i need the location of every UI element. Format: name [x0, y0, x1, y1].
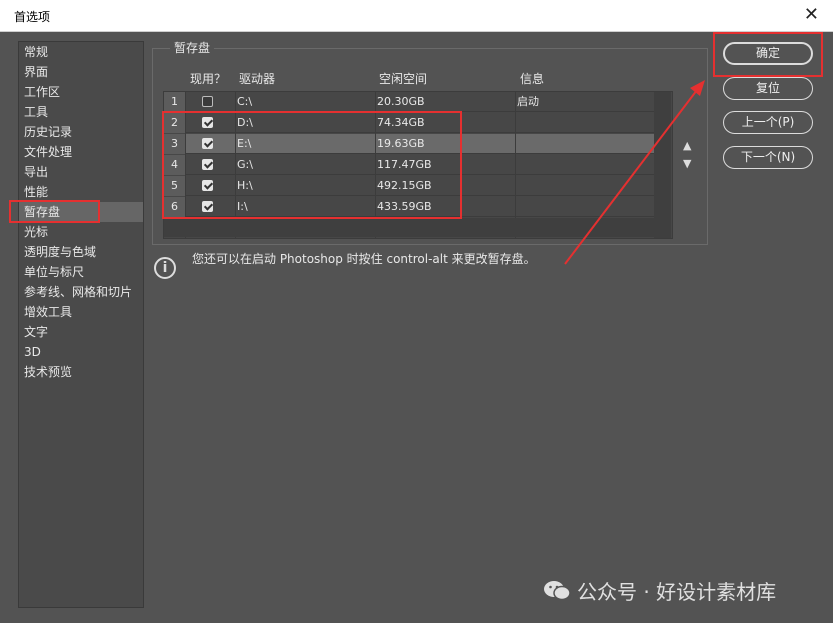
- next-button[interactable]: 下一个(N): [723, 146, 813, 169]
- sidebar-item[interactable]: 技术预览: [19, 362, 143, 382]
- drive-cell: D:\: [237, 116, 253, 129]
- info-cell: [515, 176, 656, 196]
- free-space-cell: 117.47GB: [377, 158, 432, 171]
- free-space-cell: 433.59GB: [377, 200, 432, 213]
- sidebar-item[interactable]: 单位与标尺: [19, 262, 143, 282]
- column-header-info: 信息: [520, 72, 545, 86]
- preferences-sidebar: 常规 界面 工作区 工具 历史记录 文件处理 导出 性能 暂存盘 光标 透明度与色域 单位与标尺 参考线…: [18, 41, 144, 608]
- active-cell: [185, 134, 235, 154]
- row-number: 2: [164, 113, 185, 133]
- active-checkbox[interactable]: [202, 180, 213, 191]
- sidebar-item[interactable]: 文字: [19, 322, 143, 342]
- watermark-text: 公众号 · 好设计素材库: [577, 580, 777, 604]
- sidebar-item[interactable]: 导出: [19, 162, 143, 182]
- table-row[interactable]: 1 C:\ 20.30GB 启动: [164, 92, 654, 112]
- row-number: 6: [164, 197, 185, 217]
- move-down-icon[interactable]: ▼: [683, 157, 691, 170]
- dialog-titlebar: 首选项 ✕: [0, 0, 833, 32]
- sidebar-item[interactable]: 历史记录: [19, 122, 143, 142]
- info-cell: [515, 113, 656, 133]
- ok-button[interactable]: 确定: [723, 42, 813, 65]
- row-number: 5: [164, 176, 185, 196]
- sidebar-item[interactable]: 工具: [19, 102, 143, 122]
- active-cell: [185, 197, 235, 217]
- info-cell: [515, 155, 656, 175]
- info-cell: [515, 134, 656, 154]
- active-checkbox[interactable]: [202, 138, 213, 149]
- table-row[interactable]: 2 D:\ 74.34GB: [164, 113, 654, 133]
- active-cell: [185, 155, 235, 175]
- column-header-drive: 驱动器: [239, 72, 276, 86]
- row-number: 4: [164, 155, 185, 175]
- table-row[interactable]: 5 H:\ 492.15GB: [164, 176, 654, 196]
- free-space-cell: 19.63GB: [377, 137, 425, 150]
- free-space-cell: 492.15GB: [377, 179, 432, 192]
- row-number: 1: [164, 92, 185, 112]
- close-icon[interactable]: ✕: [804, 4, 819, 25]
- active-checkbox[interactable]: [202, 96, 213, 107]
- horizontal-scrollbar[interactable]: [164, 218, 654, 237]
- sidebar-item[interactable]: 光标: [19, 222, 143, 242]
- sidebar-item[interactable]: 工作区: [19, 82, 143, 102]
- info-icon: i: [154, 257, 176, 279]
- sidebar-item[interactable]: 3D: [19, 342, 143, 362]
- active-checkbox[interactable]: [202, 117, 213, 128]
- sidebar-item[interactable]: 增效工具: [19, 302, 143, 322]
- info-text: 您还可以在启动 Photoshop 时按住 control-alt 来更改暂存盘…: [192, 252, 536, 266]
- active-cell: [185, 92, 235, 112]
- wechat-icon: [544, 581, 571, 600]
- drive-cell: E:\: [237, 137, 252, 150]
- sidebar-item[interactable]: 界面: [19, 62, 143, 82]
- row-number: 3: [164, 134, 185, 154]
- free-space-cell: 74.34GB: [377, 116, 425, 129]
- active-checkbox[interactable]: [202, 201, 213, 212]
- drive-cell: C:\: [237, 95, 253, 108]
- reset-button[interactable]: 复位: [723, 77, 813, 100]
- column-header-active: 现用？: [190, 72, 227, 86]
- table-row[interactable]: 4 G:\ 117.47GB: [164, 155, 654, 175]
- previous-button[interactable]: 上一个(P): [723, 111, 813, 134]
- sidebar-item[interactable]: 文件处理: [19, 142, 143, 162]
- dialog-title: 首选项: [14, 10, 51, 24]
- move-up-icon[interactable]: ▲: [683, 139, 691, 152]
- sidebar-item[interactable]: 透明度与色域: [19, 242, 143, 262]
- column-header-free-space: 空闲空间: [379, 72, 428, 86]
- sidebar-item[interactable]: 性能: [19, 182, 143, 202]
- active-cell: [185, 176, 235, 196]
- sidebar-item[interactable]: 暂存盘: [19, 202, 143, 222]
- scratch-disk-table: 6 I:\ 433.59GB 5 H:\ 492.15GB 4 G:\ 117.47GB 3 E:\…: [163, 91, 673, 239]
- drive-cell: H:\: [237, 179, 253, 192]
- scratch-disks-group-title: 暂存盘: [170, 39, 215, 56]
- active-checkbox[interactable]: [202, 159, 213, 170]
- drive-cell: I:\: [237, 200, 248, 213]
- vertical-scrollbar[interactable]: [654, 92, 671, 238]
- info-cell: [515, 197, 656, 217]
- sidebar-item[interactable]: 参考线、网格和切片: [19, 282, 143, 302]
- active-cell: [185, 113, 235, 133]
- free-space-cell: 20.30GB: [377, 95, 425, 108]
- drive-cell: G:\: [237, 158, 253, 171]
- table-row[interactable]: 3 E:\ 19.63GB: [164, 134, 654, 154]
- table-row[interactable]: 6 I:\ 433.59GB: [164, 197, 654, 217]
- info-cell: 启动: [517, 95, 539, 108]
- sidebar-item[interactable]: 常规: [19, 42, 143, 62]
